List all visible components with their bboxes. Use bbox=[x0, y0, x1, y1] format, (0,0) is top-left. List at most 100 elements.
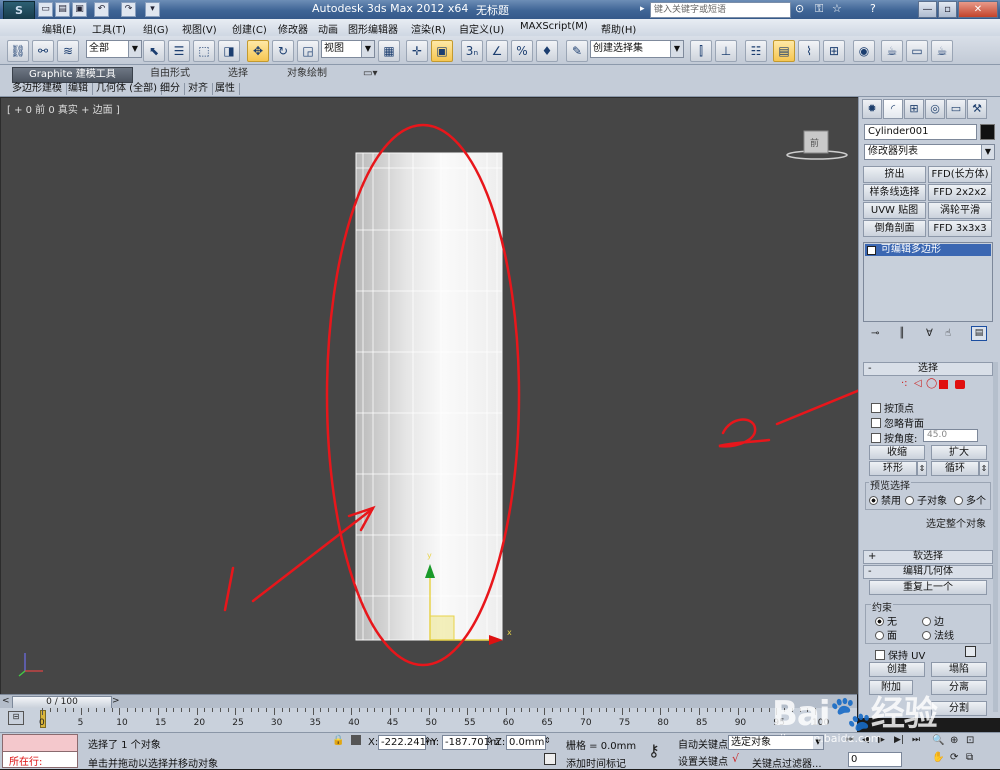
object-name-field[interactable]: Cylinder001 bbox=[864, 124, 977, 140]
selection-filter-dropdown[interactable]: 全部 ▼ bbox=[86, 40, 142, 58]
align-icon[interactable]: ⊥ bbox=[715, 40, 737, 62]
ribbon-panel-polygon-modeling[interactable]: 多边形建模 bbox=[12, 83, 67, 95]
window-crossing-icon[interactable]: ◨ bbox=[218, 40, 240, 62]
rectangular-selection-icon[interactable]: ⬚ bbox=[193, 40, 215, 62]
material-editor-icon[interactable]: ◉ bbox=[853, 40, 875, 62]
create-tab-icon[interactable]: ✹ bbox=[862, 99, 882, 119]
ignore-backfacing-checkbox[interactable]: 忽略背面 bbox=[871, 415, 924, 430]
soft-selection-rollout-header[interactable]: + 软选择 bbox=[863, 550, 993, 564]
y-spinner-icon[interactable]: ⇕ bbox=[486, 736, 493, 745]
track-bar[interactable]: ⊟ 0 5 10 15 20 25 30 35 40 45 50 55 60 65 70 75 80 85 90 95… bbox=[0, 708, 857, 732]
time-slider-prev-icon[interactable]: < bbox=[2, 696, 10, 706]
preview-multi-radio[interactable]: 多个 bbox=[954, 492, 986, 507]
isolate-icon[interactable] bbox=[544, 753, 556, 765]
stack-item-editable-poly[interactable]: 可编辑多边形 bbox=[865, 244, 991, 256]
menu-create[interactable]: 创建(C) bbox=[232, 21, 267, 36]
show-end-result-icon[interactable]: ║ bbox=[899, 328, 905, 339]
set-key-icon[interactable]: ⚷ bbox=[648, 741, 660, 760]
save-file-icon[interactable]: ▣ bbox=[72, 2, 87, 17]
constraint-none-radio[interactable]: 无 bbox=[875, 613, 897, 628]
default-in-out-tangent-icon[interactable]: √ bbox=[732, 752, 739, 765]
menu-views[interactable]: 视图(V) bbox=[182, 21, 217, 36]
ribbon-panel-geometry[interactable]: 几何体 (全部) bbox=[96, 83, 162, 95]
curve-editor-icon[interactable]: ⌇ bbox=[798, 40, 820, 62]
percent-snap-icon[interactable]: % bbox=[511, 40, 533, 62]
ffd-box-button[interactable]: FFD(长方体) bbox=[928, 166, 992, 183]
orbit-icon[interactable]: ⟳ bbox=[950, 752, 958, 763]
x-spinner-icon[interactable]: ⇕ bbox=[424, 736, 431, 745]
ribbon-options-icon[interactable]: ▭▾ bbox=[363, 67, 377, 81]
by-angle-checkbox[interactable]: 按角度: bbox=[871, 430, 917, 445]
collapse-button[interactable]: 塌陷 bbox=[931, 662, 987, 677]
field-of-view-icon[interactable]: ✋ bbox=[932, 752, 944, 763]
constraint-face-radio[interactable]: 面 bbox=[875, 627, 897, 642]
link-icon[interactable]: ⛓ bbox=[7, 40, 29, 62]
ring-spinner[interactable]: ⇕ bbox=[917, 461, 927, 476]
rendered-frame-icon[interactable]: ▭ bbox=[906, 40, 928, 62]
named-selection-dropdown[interactable]: 创建选择集 ▼ bbox=[590, 40, 684, 58]
shrink-button[interactable]: 收缩 bbox=[869, 445, 925, 460]
maximize-button[interactable]: ▫ bbox=[938, 1, 957, 18]
maximize-viewport-icon[interactable]: ⧉ bbox=[966, 752, 973, 763]
subobject-border-icon[interactable]: ◯ bbox=[926, 378, 937, 389]
extrude-button[interactable]: 挤出 bbox=[863, 166, 926, 183]
modifier-stack[interactable]: 可编辑多边形 bbox=[863, 242, 993, 322]
redo-icon[interactable]: ↷ bbox=[121, 2, 136, 17]
x-coordinate-field[interactable]: -222.241m bbox=[378, 735, 436, 750]
repeat-last-button[interactable]: 重复上一个 bbox=[869, 580, 987, 595]
ribbon-panel-align[interactable]: 对齐 bbox=[188, 83, 213, 95]
menu-animation[interactable]: 动画 bbox=[318, 21, 338, 36]
z-spinner-icon[interactable]: ⇕ bbox=[544, 736, 551, 745]
select-and-move-icon[interactable]: ✥ bbox=[247, 40, 269, 62]
turbosmooth-button[interactable]: 涡轮平滑 bbox=[928, 202, 992, 219]
close-button[interactable]: ✕ bbox=[958, 1, 998, 18]
motion-tab-icon[interactable]: ◎ bbox=[925, 99, 945, 119]
new-file-icon[interactable]: ▭ bbox=[38, 2, 53, 17]
maxscript-running-field[interactable]: 所在行: bbox=[2, 751, 78, 768]
edit-named-selection-icon[interactable]: ✎ bbox=[566, 40, 588, 62]
loop-spinner[interactable]: ⇕ bbox=[979, 461, 989, 476]
edit-geometry-rollout-header[interactable]: - 编辑几何体 bbox=[863, 565, 993, 579]
select-object-icon[interactable]: ⬉ bbox=[143, 40, 165, 62]
create-button[interactable]: 创建 bbox=[869, 662, 925, 677]
display-tab-icon[interactable]: ▭ bbox=[946, 99, 966, 119]
render-production-icon[interactable]: ☕ bbox=[931, 40, 953, 62]
current-frame-field[interactable]: 0 bbox=[848, 752, 902, 767]
keyboard-shortcut-override-icon[interactable]: ▣ bbox=[431, 40, 453, 62]
preview-disabled-radio[interactable]: 禁用 bbox=[869, 492, 901, 507]
remove-modifier-icon[interactable]: ☝ bbox=[945, 328, 951, 339]
preserve-uv-checkbox[interactable]: 保持 UV bbox=[875, 647, 925, 662]
viewcube[interactable]: 前 bbox=[786, 130, 848, 160]
ribbon-tab-object-paint[interactable]: 对象绘制 bbox=[287, 67, 327, 81]
binoculars-icon[interactable]: ⊙ bbox=[795, 2, 804, 15]
pin-stack-icon[interactable]: ⊸ bbox=[871, 328, 879, 339]
menu-group[interactable]: 组(G) bbox=[143, 21, 169, 36]
menu-modifiers[interactable]: 修改器 bbox=[278, 21, 308, 36]
stack-item-expand-icon[interactable] bbox=[867, 246, 876, 255]
bind-space-warp-icon[interactable]: ≋ bbox=[57, 40, 79, 62]
modify-tab-icon[interactable]: ◜ bbox=[883, 99, 903, 119]
render-setup-icon[interactable]: ☕ bbox=[881, 40, 903, 62]
ribbon-panel-subdivision[interactable]: 细分 bbox=[160, 83, 185, 95]
menu-edit[interactable]: 编辑(E) bbox=[42, 21, 76, 36]
panel-scrollbar[interactable] bbox=[993, 362, 998, 712]
preview-subobject-radio[interactable]: 子对象 bbox=[905, 492, 947, 507]
ribbon-panel-edit[interactable]: 编辑 bbox=[68, 83, 93, 95]
menu-graph-editors[interactable]: 图形编辑器 bbox=[348, 21, 398, 36]
angle-spinner[interactable]: 45.0 bbox=[923, 429, 978, 442]
unlink-icon[interactable]: ⚯ bbox=[32, 40, 54, 62]
front-viewport[interactable]: [ + 0 前 0 真实 + 边面 ] y x 前 bbox=[0, 97, 859, 695]
selection-rollout-header[interactable]: - 选择 bbox=[863, 362, 993, 376]
bevel-profile-button[interactable]: 倒角剖面 bbox=[863, 220, 926, 237]
angle-snap-icon[interactable]: ∠ bbox=[486, 40, 508, 62]
subobject-polygon-icon[interactable] bbox=[939, 380, 948, 389]
make-unique-icon[interactable]: ∀ bbox=[926, 328, 933, 339]
open-file-icon[interactable]: ▤ bbox=[55, 2, 70, 17]
select-and-rotate-icon[interactable]: ↻ bbox=[272, 40, 294, 62]
auto-key-button[interactable]: 自动关键点 bbox=[678, 736, 728, 751]
select-manipulate-icon[interactable]: ✛ bbox=[406, 40, 428, 62]
grow-button[interactable]: 扩大 bbox=[931, 445, 987, 460]
modifier-list-dropdown[interactable]: 修改器列表 ▼ bbox=[864, 144, 995, 160]
hierarchy-tab-icon[interactable]: ⊞ bbox=[904, 99, 924, 119]
time-slider-next-icon[interactable]: > bbox=[112, 696, 120, 706]
